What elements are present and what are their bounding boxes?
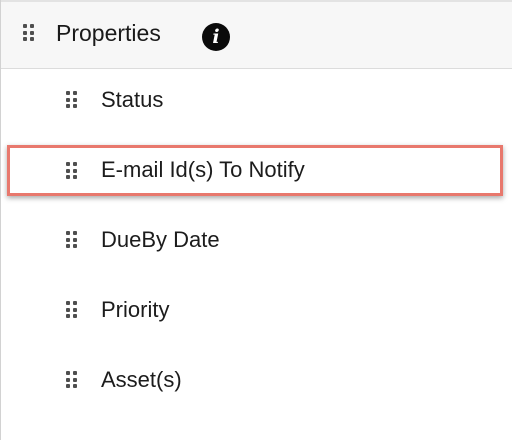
drag-handle-icon[interactable]: [66, 371, 77, 388]
drag-handle-icon[interactable]: [66, 162, 77, 179]
field-label: DueBy Date: [101, 227, 220, 252]
info-icon[interactable]: i: [202, 23, 230, 51]
field-label: Asset(s): [101, 367, 182, 392]
properties-header[interactable]: Properties i: [1, 2, 512, 69]
field-label: E-mail Id(s) To Notify: [101, 157, 305, 182]
field-item-status[interactable]: Status: [1, 70, 512, 130]
drag-handle-icon[interactable]: [66, 231, 77, 248]
field-item-assets[interactable]: Asset(s): [1, 350, 512, 410]
drag-handle-icon[interactable]: [66, 301, 77, 318]
drag-handle-icon[interactable]: [23, 24, 34, 41]
field-label: Priority: [101, 297, 170, 322]
field-item-dueby-date[interactable]: DueBy Date: [1, 210, 512, 270]
properties-title: Properties: [56, 20, 161, 46]
drag-handle-icon[interactable]: [66, 91, 77, 108]
properties-panel: Properties i Status E-mail Id(s) To Noti…: [0, 0, 512, 440]
field-item-email-ids-to-notify[interactable]: E-mail Id(s) To Notify: [7, 145, 503, 196]
field-item-priority[interactable]: Priority: [1, 280, 512, 340]
field-label: Status: [101, 87, 164, 112]
